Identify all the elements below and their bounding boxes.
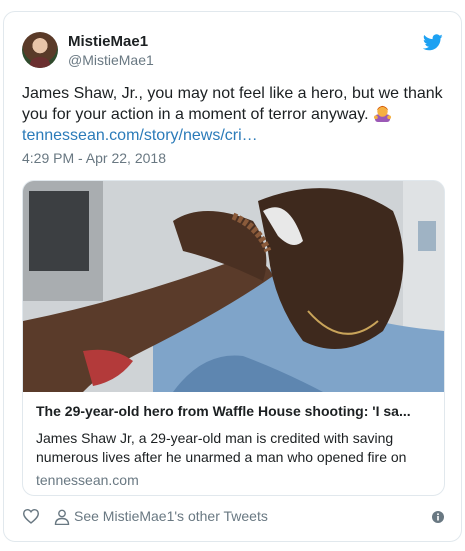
embedded-tweet: MistieMae1 @MistieMae1 James Shaw, Jr., … xyxy=(3,11,462,542)
woman-bowing-emoji-icon xyxy=(373,105,392,122)
card-title[interactable]: The 29-year-old hero from Waffle House s… xyxy=(36,402,436,421)
twitter-bird-icon[interactable] xyxy=(423,34,443,51)
tweet-text: James Shaw, Jr., you may not feel like a… xyxy=(22,83,447,146)
heart-icon[interactable] xyxy=(22,508,40,524)
card-image[interactable] xyxy=(23,181,444,392)
info-icon[interactable] xyxy=(432,511,444,523)
link-card[interactable]: The 29-year-old hero from Waffle House s… xyxy=(22,180,445,496)
handle[interactable]: @MistieMae1 xyxy=(68,51,154,69)
author-names[interactable]: MistieMae1 @MistieMae1 xyxy=(68,32,154,69)
display-name[interactable]: MistieMae1 xyxy=(68,32,154,51)
tweet-header: MistieMae1 @MistieMae1 xyxy=(22,32,445,72)
card-description: James Shaw Jr, a 29-year-old man is cred… xyxy=(36,430,407,465)
person-icon[interactable] xyxy=(54,509,70,525)
other-tweets-link[interactable]: See MistieMae1's other Tweets xyxy=(74,508,268,524)
card-body: The 29-year-old hero from Waffle House s… xyxy=(36,402,436,490)
timestamp[interactable]: 4:29 PM - Apr 22, 2018 xyxy=(22,150,166,166)
tweet-actions: See MistieMae1's other Tweets xyxy=(22,506,445,528)
avatar[interactable] xyxy=(22,32,58,68)
card-domain: tennessean.com xyxy=(36,472,139,488)
tweet-link[interactable]: tennessean.com/story/news/cri… xyxy=(22,127,258,144)
